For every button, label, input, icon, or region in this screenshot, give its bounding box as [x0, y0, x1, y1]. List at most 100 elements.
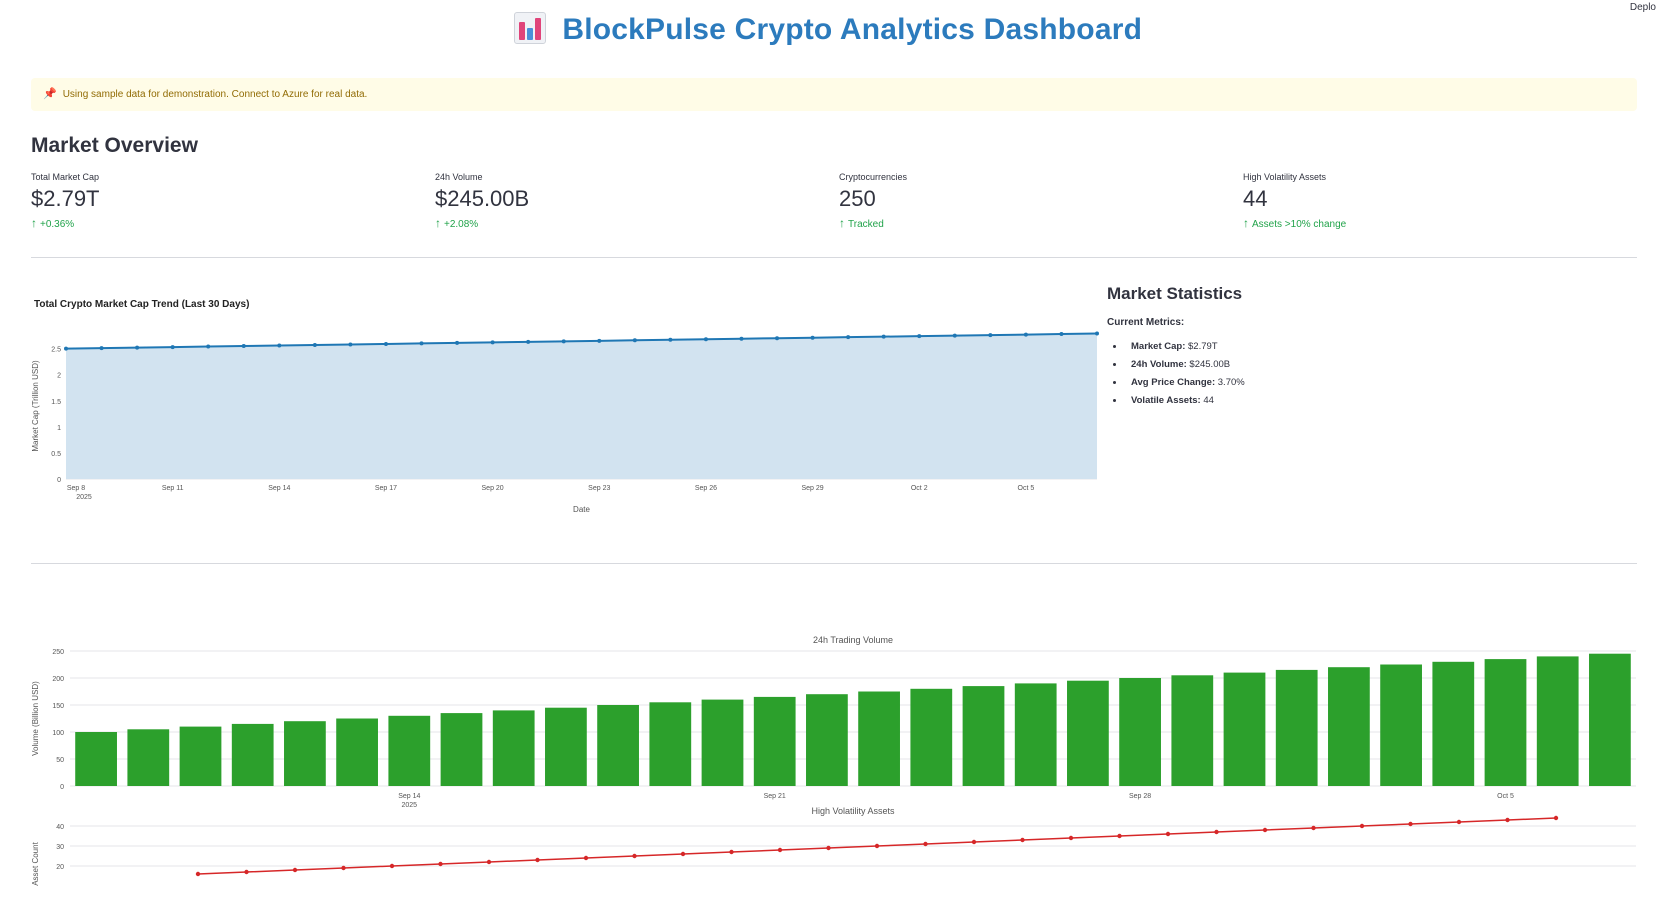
metric-delta: +2.08% [444, 219, 479, 230]
y-tick-label: 150 [52, 703, 64, 710]
y-tick-label: 30 [56, 844, 64, 851]
y-tick-label: 1.5 [51, 399, 61, 406]
current-metrics-label: Current Metrics: [1107, 317, 1185, 328]
x-tick-label: Oct 5 [1018, 485, 1035, 492]
volume-bar [910, 688, 953, 786]
volume-bar [1328, 667, 1370, 786]
volume-bar [1432, 661, 1475, 786]
data-point [1553, 815, 1559, 821]
metric-label: 24h Volume [435, 172, 483, 182]
market-statistics-heading: Market Statistics [1107, 284, 1243, 303]
metric-value: $245.00B [435, 186, 530, 211]
y-tick-label: 1 [57, 425, 61, 432]
data-point [341, 865, 346, 871]
arrow-up-icon: ↑ [1243, 216, 1249, 230]
area-fill [66, 333, 1097, 479]
metric-delta: Tracked [848, 219, 884, 230]
metric-delta: Assets >10% change [1252, 219, 1347, 230]
volume-bar [1380, 664, 1422, 786]
y-tick-label: 2 [57, 373, 61, 380]
data-point [729, 849, 734, 855]
volume-bar [858, 691, 900, 786]
volume-bar [597, 705, 639, 786]
list-item: Market Cap: $2.79T [1125, 341, 1245, 352]
x-tick-label: Oct 5 [1497, 793, 1514, 800]
volume-bar [753, 696, 796, 786]
data-point [1095, 331, 1099, 336]
data-point [1023, 332, 1028, 337]
data-point [597, 338, 602, 343]
chart-title: Total Crypto Market Cap Trend (Last 30 D… [34, 299, 249, 310]
data-point [874, 843, 880, 849]
volume-bar [388, 715, 431, 786]
data-point [1020, 837, 1025, 843]
y-axis-label: Asset Count [31, 841, 40, 885]
data-point [438, 861, 443, 867]
volume-bar [336, 718, 378, 786]
arrow-up-icon: ↑ [435, 216, 441, 230]
data-point [668, 337, 673, 342]
data-point [206, 344, 211, 349]
divider [31, 563, 1637, 564]
volume-bar [1484, 659, 1527, 786]
x-tick-label: Sep 20 [482, 485, 504, 492]
metric-value: $2.79T [31, 186, 100, 211]
metric-delta: +0.36% [40, 219, 75, 230]
data-point [1068, 835, 1074, 841]
page-title: BlockPulse Crypto Analytics Dashboard [562, 13, 1143, 46]
data-point [703, 337, 708, 342]
x-axis-label: Date [573, 505, 590, 514]
y-tick-label: 2.5 [51, 347, 61, 354]
sample-data-banner: 📌 Using sample data for demonstration. Co… [31, 78, 1637, 111]
data-point [561, 339, 566, 344]
data-point [1408, 821, 1413, 827]
volume-bar [75, 732, 117, 786]
metric-label: Total Market Cap [31, 172, 100, 182]
list-item: 24h Volume: $245.00B [1125, 359, 1245, 370]
volume-bar [962, 686, 1005, 786]
data-point [348, 342, 353, 347]
data-point [244, 869, 249, 875]
data-point [1456, 819, 1462, 825]
data-point [292, 867, 298, 873]
x-tick-label: Sep 26 [695, 485, 717, 492]
data-point [455, 340, 460, 345]
data-point [99, 346, 104, 351]
data-point [971, 839, 977, 845]
volume-bar [806, 694, 848, 786]
x-tick-label: Sep 14 [398, 793, 420, 800]
arrow-up-icon: ↑ [839, 216, 845, 230]
market-overview-heading: Market Overview [31, 134, 198, 157]
data-point [810, 335, 815, 340]
data-point [1311, 825, 1316, 831]
list-item: Avg Price Change: 3.70% [1125, 377, 1245, 388]
metric-24h-volume: 24h Volume $245.00B ↑ +2.08% [435, 172, 815, 230]
volume-bar [492, 710, 535, 786]
volume-bar [1589, 653, 1631, 786]
arrow-up-icon: ↑ [31, 216, 37, 230]
data-point [1214, 829, 1219, 835]
divider [31, 257, 1637, 258]
volume-bar [127, 729, 170, 786]
y-tick-label: 100 [52, 730, 64, 737]
y-tick-label: 40 [56, 824, 64, 831]
data-point [277, 343, 282, 348]
data-point [952, 333, 957, 338]
data-point [486, 859, 492, 865]
data-point [64, 346, 68, 351]
bar-chart-icon [513, 12, 546, 44]
x-tick-label: Sep 21 [764, 793, 786, 800]
market-cap-trend-chart[interactable]: Total Crypto Market Cap Trend (Last 30 D… [0, 285, 1105, 525]
data-point [535, 857, 540, 863]
data-point [389, 863, 395, 869]
trading-volume-chart[interactable]: 24h Trading Volume 0 50 100 150 200 250 Sep 14 S… [0, 628, 1656, 816]
high-volatility-chart[interactable]: High Volatility Assets 20 30 40 Asset Count [0, 802, 1656, 902]
volume-bar [649, 702, 692, 786]
banner-text: Using sample data for demonstration. Con… [62, 89, 368, 100]
volume-bar [1119, 678, 1161, 786]
data-point [775, 336, 780, 341]
data-point [739, 336, 744, 341]
data-point [1262, 827, 1268, 833]
chart-title: 24h Trading Volume [813, 635, 893, 645]
data-point [135, 345, 140, 350]
